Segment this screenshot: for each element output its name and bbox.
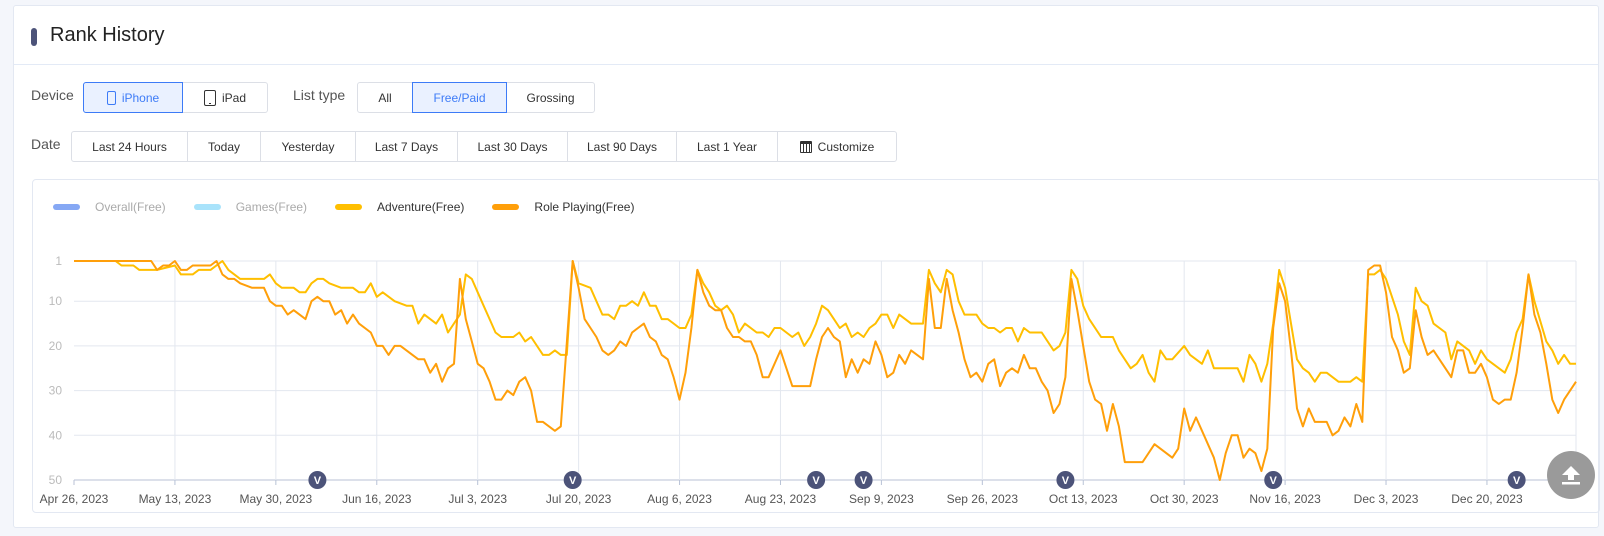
scroll-to-top-button[interactable]: [1547, 451, 1595, 499]
upload-arrow-icon: [1562, 466, 1580, 485]
list-type-free-paid-button[interactable]: Free/Paid: [412, 82, 507, 113]
version-marker-label: V: [860, 475, 868, 487]
device-iphone-button[interactable]: iPhone: [83, 82, 183, 113]
y-tick-label: 10: [49, 294, 63, 308]
y-tick-label: 40: [49, 428, 63, 442]
x-tick-label: Apr 26, 2023: [40, 492, 109, 506]
y-tick-label: 50: [49, 473, 63, 487]
x-tick-label: Jun 16, 2023: [342, 492, 412, 506]
version-marker-label: V: [569, 475, 577, 487]
version-marker-label: V: [1062, 475, 1070, 487]
phone-icon: [106, 90, 116, 105]
y-tick-label: 1: [55, 254, 62, 268]
x-tick-label: Aug 23, 2023: [745, 492, 817, 506]
y-tick-label: 30: [49, 384, 63, 398]
rank-line-chart: 1 10 20 30 40 50 Apr 26, 2023 May 13, 2023 May 3…: [40, 254, 1577, 506]
x-tick-label: Nov 16, 2023: [1249, 492, 1321, 506]
series-line-role-playing-free: [74, 260, 1577, 481]
y-tick-label: 20: [49, 339, 63, 353]
x-tick-label: May 13, 2023: [139, 492, 212, 506]
x-tick-label: Jul 20, 2023: [546, 492, 612, 506]
version-marker-label: V: [812, 475, 820, 487]
x-tick-label: Dec 20, 2023: [1451, 492, 1523, 506]
x-tick-label: Sep 9, 2023: [849, 492, 914, 506]
x-tick-label: Aug 6, 2023: [647, 492, 712, 506]
x-tick-label: Sep 26, 2023: [947, 492, 1019, 506]
x-tick-label: Oct 30, 2023: [1150, 492, 1219, 506]
x-tick-label: Dec 3, 2023: [1354, 492, 1419, 506]
version-marker-label: V: [1513, 475, 1521, 487]
version-marker-label: V: [314, 475, 322, 487]
device-iphone-label: iPhone: [121, 90, 160, 105]
x-tick-label: May 30, 2023: [239, 492, 312, 506]
x-tick-label: Jul 3, 2023: [448, 492, 507, 506]
series-line-adventure-free: [74, 260, 1576, 383]
x-tick-label: Oct 13, 2023: [1049, 492, 1118, 506]
version-marker-label: V: [1270, 475, 1278, 487]
